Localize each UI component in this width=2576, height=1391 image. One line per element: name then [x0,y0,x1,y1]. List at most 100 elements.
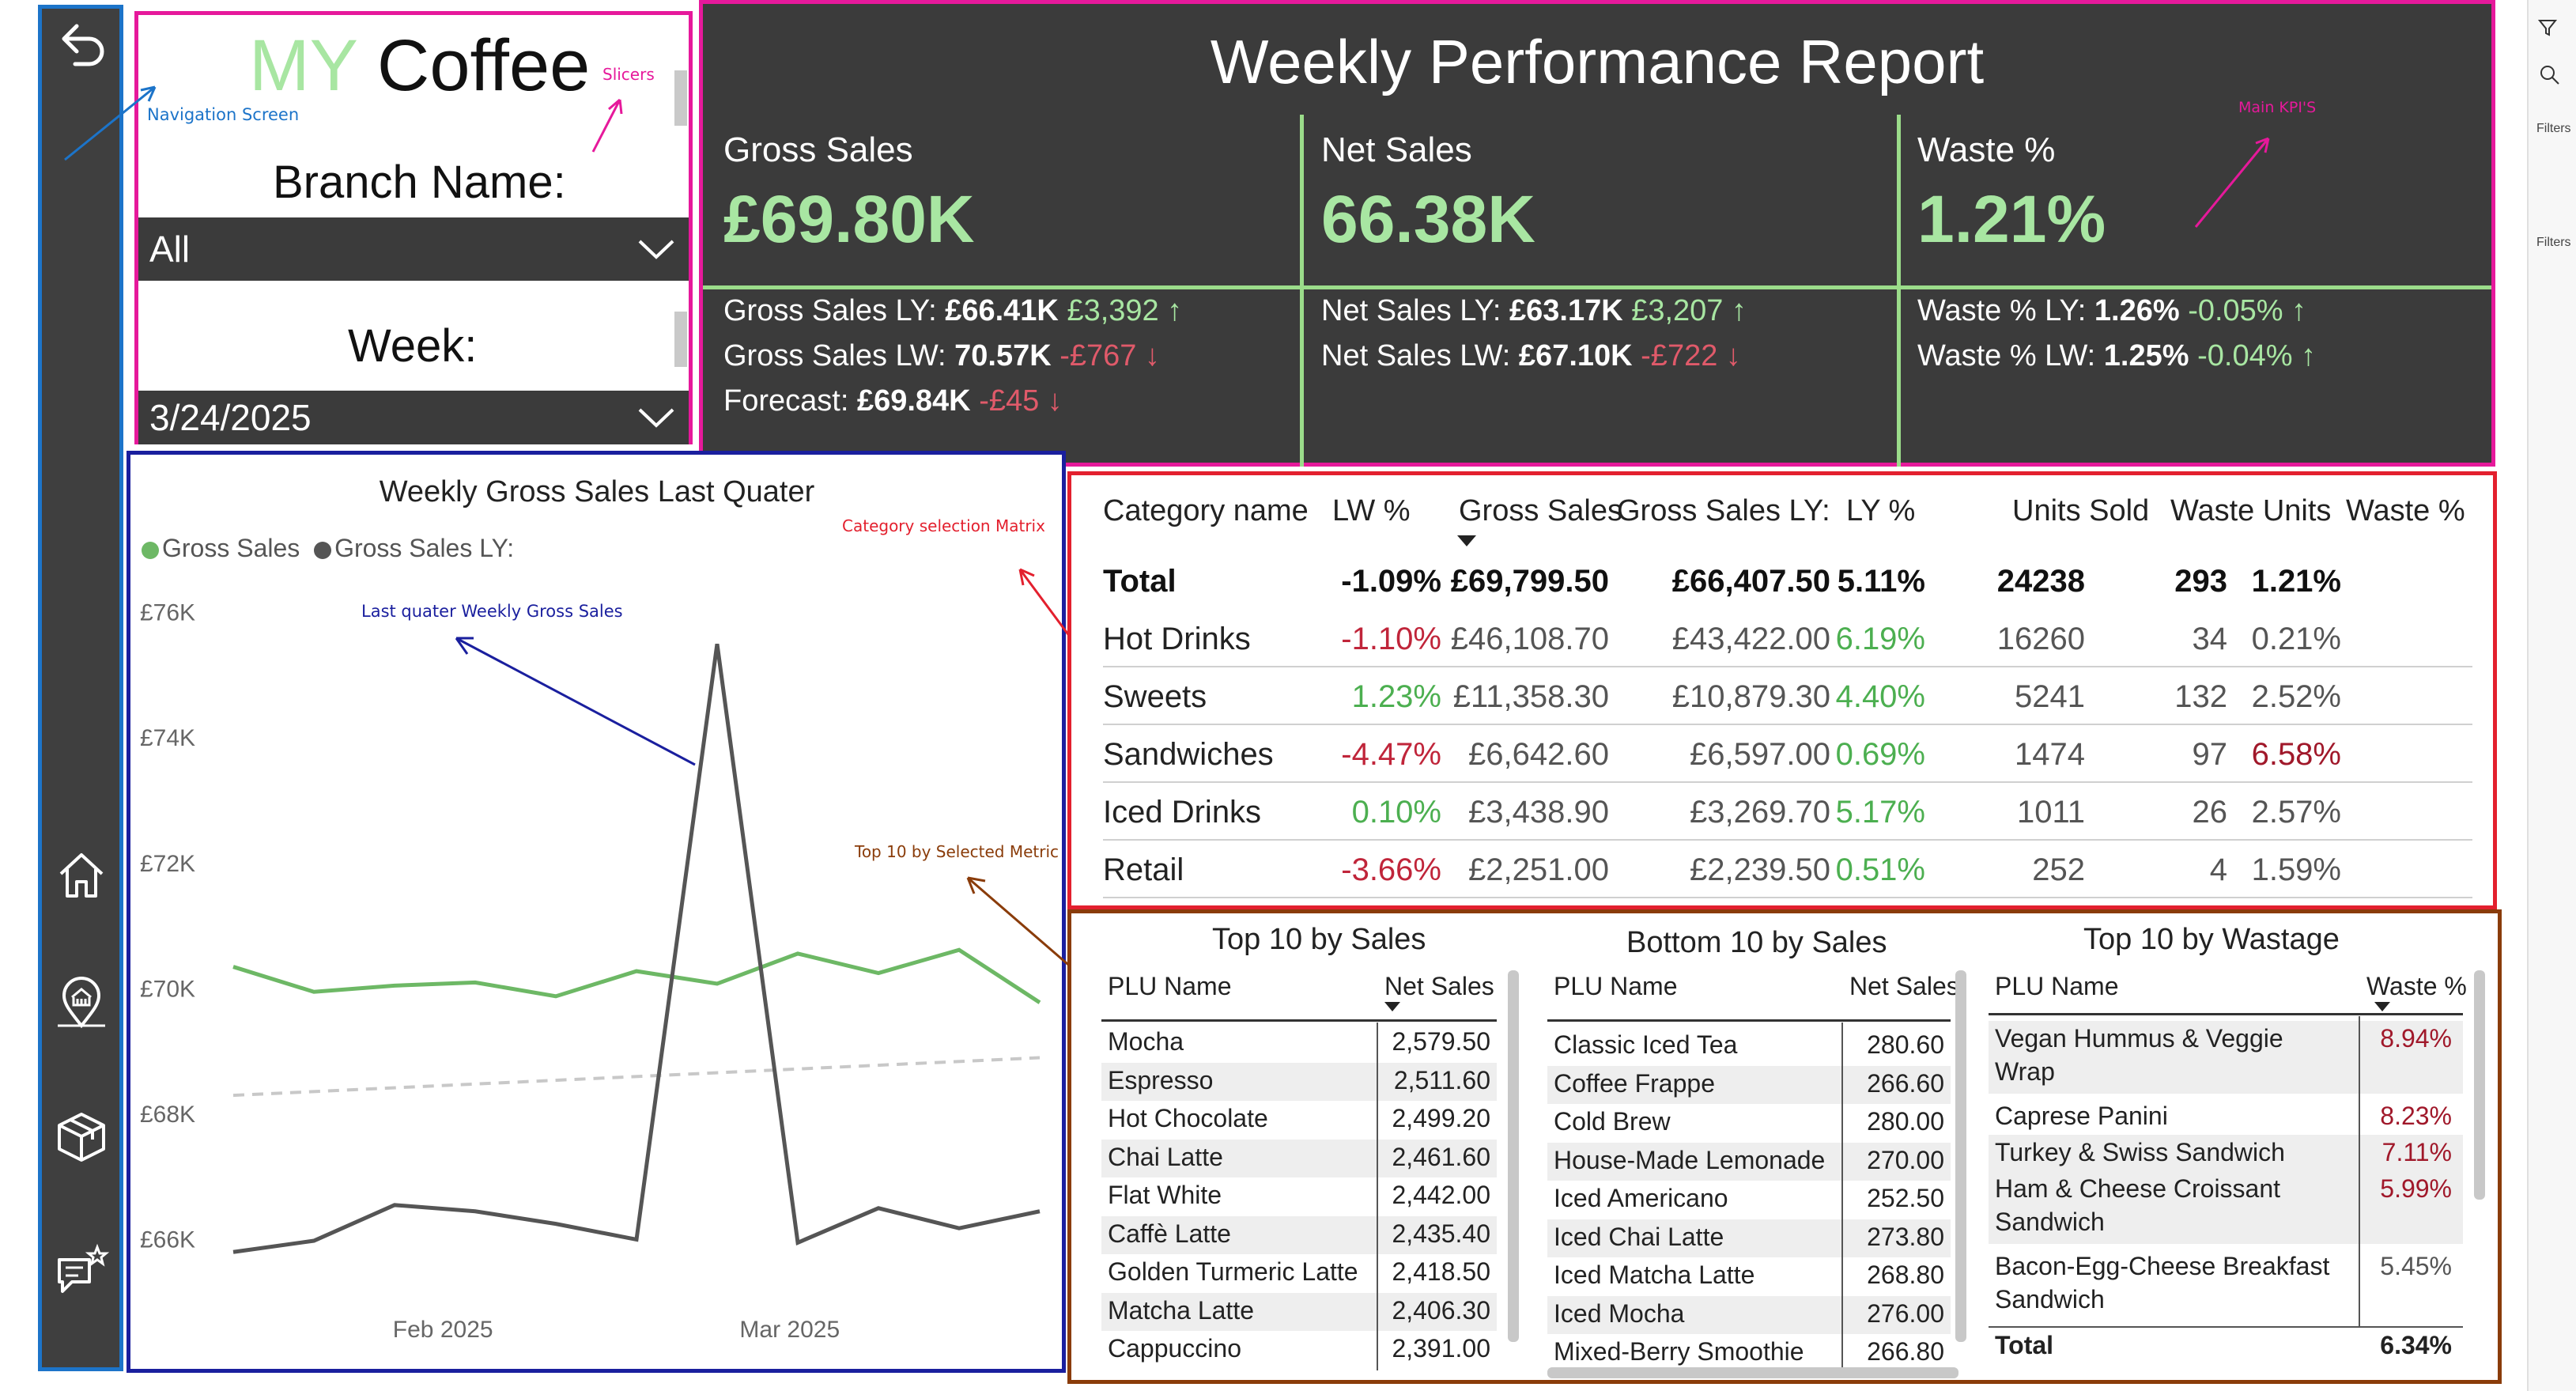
top10-scrollbar[interactable] [1508,970,1519,1342]
kpi-comparison-line: Waste % LW: 1.25% -0.04% ↑ [1917,334,2316,379]
arrow-up-icon: ↑ [1158,294,1183,327]
divider [1300,115,1304,467]
matrix-row-label[interactable]: Total [1103,564,1177,599]
waste-plu-name[interactable]: Ham & Cheese Croissant [1995,1174,2280,1204]
top10_sales-value: 2,435.40 [1392,1219,1490,1248]
slicer-scrollbar[interactable] [674,312,687,367]
waste-plu-name[interactable]: Caprese Panini [1995,1102,2168,1131]
kpi-label: Waste % [1917,130,2056,169]
bottom10_sales-plu-name[interactable]: Iced Americano [1554,1184,1728,1213]
net-sales-comparisons: Net Sales LY: £63.17K £3,207 ↑ Net Sales … [1321,289,1747,379]
top10_sales-plu-name[interactable]: Caffè Latte [1108,1219,1231,1249]
branch-location-icon[interactable] [53,973,110,1030]
brand-logo: MY Coffee [249,25,591,106]
bottom10_sales-plu-name[interactable]: Classic Iced Tea [1554,1030,1737,1060]
search-icon[interactable] [2538,63,2560,85]
matrix-row-label[interactable]: Hot Drinks [1103,622,1251,657]
kpi-panel: Weekly Performance Report Gross Sales £6… [699,0,2495,467]
waste-total-label: Total [1995,1331,2054,1359]
header-divider [1547,1019,1951,1022]
bottom10_sales-plu-name[interactable]: Iced Matcha Latte [1554,1261,1754,1290]
top10_sales-plu-name[interactable]: Matcha Latte [1108,1296,1254,1325]
annotation-category-matrix: Category selection Matrix [842,516,1045,535]
matrix-cell: 1011 [2016,795,2085,830]
bottom10-scrollbar[interactable] [1955,970,1966,1342]
top10_sales-col1[interactable]: PLU Name [1108,972,1232,1001]
comparison-label: Net Sales LY: [1321,294,1509,327]
home-icon[interactable] [53,847,110,904]
comparison-delta: -£45 [979,384,1040,418]
matrix-header[interactable]: LY % [1846,494,1915,528]
bottom10_sales-col1[interactable]: PLU Name [1554,972,1678,1001]
top10_sales-plu-name[interactable]: Cappuccino [1108,1334,1241,1363]
arrow-down-icon: ↓ [1136,339,1160,372]
waste-plu-name[interactable]: Turkey & Swiss Sandwich [1995,1138,2285,1167]
matrix-header[interactable]: Waste Units [2170,494,2331,528]
waste-plu-name-cont: Sandwich [1995,1208,2105,1236]
week-dropdown[interactable]: 3/24/2025 [138,391,689,444]
matrix-cell: 0.69% [1835,737,1925,772]
waste-value: 8.23% [2380,1102,2452,1130]
top10_sales-plu-name[interactable]: Hot Chocolate [1108,1104,1268,1133]
row-divider [1103,666,2472,667]
slicer-scrollbar[interactable] [674,70,687,126]
top10_sales-plu-name[interactable]: Flat White [1108,1181,1222,1210]
matrix-row-label[interactable]: Sweets [1103,679,1207,715]
back-arrow-icon[interactable] [53,17,110,74]
top10_sales-plu-name[interactable]: Golden Turmeric Latte [1108,1257,1358,1287]
sort-descending-icon[interactable] [2374,1002,2390,1011]
matrix-cell: 0.21% [2251,622,2341,656]
branch-name-label: Branch Name: [273,157,566,208]
matrix-cell: 6.58% [2251,737,2341,772]
sort-descending-icon[interactable] [1384,1002,1400,1011]
kpi-label: Gross Sales [723,130,913,169]
matrix-header[interactable]: Gross Sales LY: [1617,494,1830,528]
waste-col2[interactable]: Waste % [2366,972,2467,1001]
top10_sales-plu-name[interactable]: Chai Latte [1108,1143,1223,1172]
annotation-kpis: Main KPI'S [2238,99,2317,116]
matrix-header[interactable]: Waste % [2346,494,2465,528]
matrix-cell: £2,251.00 [1468,852,1609,887]
top10_sales-plu-name[interactable]: Mocha [1108,1027,1184,1056]
top10_sales-plu-name[interactable]: Espresso [1108,1066,1213,1095]
matrix-header[interactable]: LW % [1332,494,1411,528]
feedback-icon[interactable] [53,1242,110,1299]
matrix-header[interactable]: Category name [1103,494,1309,528]
comparison-label: Gross Sales LW: [723,339,955,372]
bottom10_sales-plu-name[interactable]: Cold Brew [1554,1107,1671,1136]
inventory-box-icon[interactable] [53,1108,110,1165]
trend-line [232,1056,1041,1098]
top10_sales-value: 2,511.60 [1393,1065,1490,1094]
bottom10_sales-plu-name[interactable]: Mixed-Berry Smoothie [1554,1337,1804,1366]
comparison-value: £63.17K [1509,294,1623,327]
matrix-row-label[interactable]: Iced Drinks [1103,795,1261,830]
waste-plu-name[interactable]: Vegan Hummus & Veggie [1995,1024,2283,1053]
annotation-arrow [591,98,623,153]
matrix-row-label[interactable]: Sandwiches [1103,737,1274,773]
waste-col1[interactable]: PLU Name [1995,972,2119,1001]
filter-icon[interactable] [2538,17,2559,38]
bottom10_sales-plu-name[interactable]: Iced Mocha [1554,1299,1684,1329]
waste-plu-name[interactable]: Bacon-Egg-Cheese Breakfast [1995,1252,2329,1281]
top10_sales-col2[interactable]: Net Sales [1384,972,1494,1001]
waste-value: 7.11% [2381,1138,2452,1166]
top10_sales-value: 2,442.00 [1392,1181,1490,1209]
bottom10_sales-plu-name[interactable]: House-Made Lemonade [1554,1146,1825,1175]
matrix-header[interactable]: Gross Sales [1459,494,1622,528]
matrix-header[interactable]: Units Sold [2012,494,2149,528]
series-line-0[interactable] [232,947,1041,1004]
annotation-arrow [64,85,157,161]
row-divider [1103,781,2472,783]
branch-dropdown[interactable]: All [138,217,689,281]
waste-scrollbar[interactable] [2474,970,2485,1200]
matrix-row-label[interactable]: Retail [1103,852,1184,888]
y-tick-label: £72K [140,851,195,877]
bottom10-hscrollbar[interactable] [1547,1367,1958,1378]
matrix-cell: £66,407.50 [1671,564,1830,599]
top10_sales-value: 2,499.20 [1392,1104,1490,1132]
sort-descending-icon[interactable] [1457,535,1476,546]
bottom10_sales-plu-name[interactable]: Iced Chai Latte [1554,1223,1724,1252]
bottom10_sales-plu-name[interactable]: Coffee Frappe [1554,1069,1715,1098]
bottom10_sales-col2[interactable]: Net Sales [1849,972,1959,1001]
gross-sales-card: Gross Sales £69.80K [703,115,1288,285]
